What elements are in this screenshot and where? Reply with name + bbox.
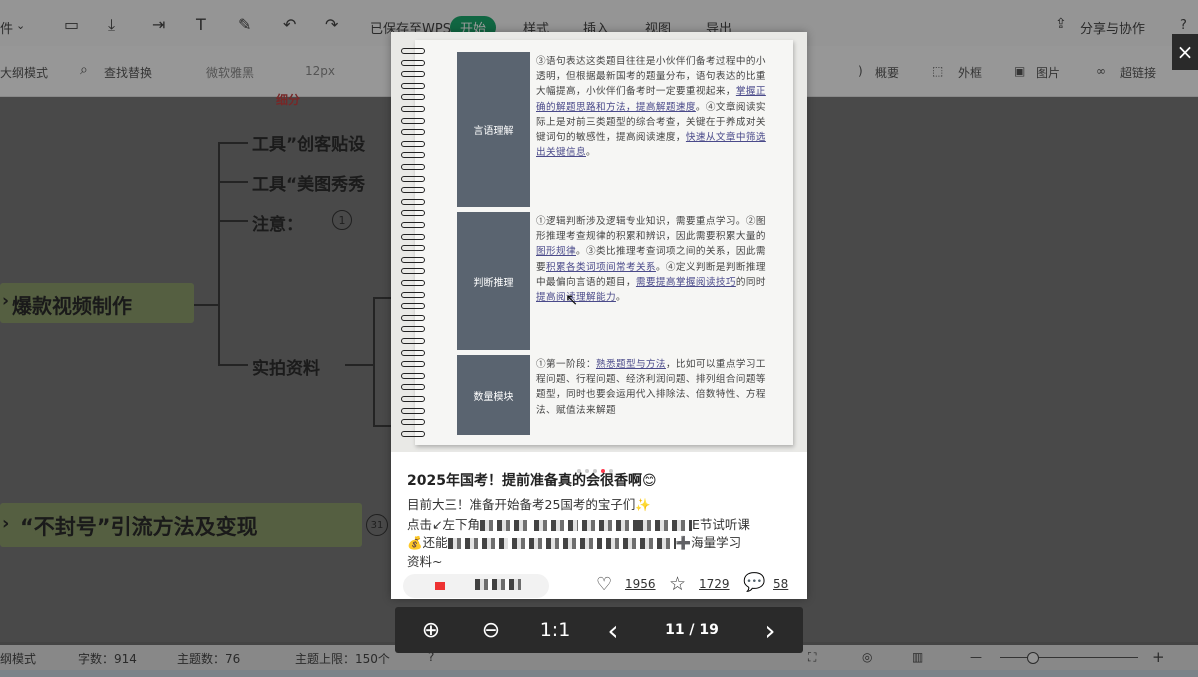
binding-ring bbox=[401, 407, 425, 414]
binding-ring bbox=[401, 175, 425, 182]
binding-ring bbox=[401, 419, 425, 426]
binding-ring bbox=[401, 117, 425, 124]
binding-ring bbox=[401, 245, 425, 252]
binding-ring bbox=[401, 233, 425, 240]
underlined-text: 熟悉题型与方法 bbox=[595, 359, 666, 370]
redacted-text bbox=[511, 538, 602, 549]
zoom-in-icon[interactable]: ⊕ bbox=[411, 607, 451, 653]
binding-ring bbox=[401, 361, 425, 368]
page-indicator: 11 / 19 bbox=[665, 622, 719, 638]
binding-ring bbox=[401, 152, 425, 159]
redacted-text bbox=[447, 538, 508, 549]
post-body-line: 点击↙左下角 E节试听课 bbox=[407, 517, 750, 532]
binding-ring bbox=[401, 372, 425, 379]
redacted-text bbox=[479, 520, 530, 531]
underlined-text: 图形规律 bbox=[536, 246, 576, 258]
binding-ring bbox=[401, 106, 425, 112]
row-label-verbal: 言语理解 bbox=[457, 52, 530, 207]
binding-ring bbox=[401, 48, 425, 54]
underlined-text: 需要提高掌握阅读技巧 bbox=[635, 276, 736, 288]
binding-ring bbox=[401, 129, 425, 136]
mouse-cursor-icon: ↖ bbox=[565, 290, 579, 309]
binding-ring bbox=[401, 210, 425, 217]
redacted-author bbox=[475, 579, 521, 590]
binding-ring bbox=[401, 94, 425, 101]
likes-count[interactable]: 1956 bbox=[625, 577, 656, 591]
redacted-text bbox=[605, 538, 676, 549]
binding-ring bbox=[401, 256, 425, 263]
binding-ring bbox=[401, 430, 425, 437]
comments-count[interactable]: 58 bbox=[773, 577, 788, 591]
post-body-line: 💰还能 ➕海量学习 bbox=[407, 535, 742, 550]
author-chip[interactable] bbox=[403, 574, 549, 598]
post-footer: ♡ 1956 ☆ 1729 💬 58 bbox=[391, 570, 807, 599]
viewer-control-bar: ⊕ ⊖ 1:1 ‹ 11 / 19 › bbox=[395, 607, 803, 653]
body-text: ③语句表达这类题目往往是小伙伴们备考过程中的小透明，但根据最新国考的题量分布，语… bbox=[536, 56, 766, 98]
avatar bbox=[435, 582, 445, 590]
star-icon[interactable]: ☆ bbox=[669, 573, 686, 595]
row-content-quantitative: ①第一阶段：熟悉题型与方法，比如可以重点学习工程问题、行程问题、经济利润问题、排… bbox=[536, 357, 768, 418]
close-viewer-button[interactable]: × bbox=[1172, 34, 1198, 70]
binding-ring bbox=[401, 82, 425, 89]
binding-ring bbox=[401, 314, 425, 321]
binding-ring bbox=[401, 303, 425, 310]
favorites-count[interactable]: 1729 bbox=[699, 577, 730, 591]
binding-ring bbox=[401, 349, 425, 356]
post-photo[interactable]: 言语理解 ③语句表达这类题目往往是小伙伴们备考过程中的小透明，但根据最新国考的题… bbox=[391, 32, 807, 452]
post-title: 2025年国考！提前准备真的会很香啊😊 bbox=[407, 473, 657, 489]
binding-ring bbox=[401, 198, 425, 205]
row-label-quantitative: 数量模块 bbox=[457, 355, 530, 435]
body-text: ①第一阶段： bbox=[536, 359, 596, 370]
binding-ring bbox=[401, 280, 425, 286]
binding-ring bbox=[401, 140, 425, 147]
binding-ring bbox=[401, 187, 425, 194]
binding-ring bbox=[401, 71, 425, 78]
binding-ring bbox=[401, 326, 425, 333]
binding-ring bbox=[401, 268, 425, 275]
row-label-reasoning: 判断推理 bbox=[457, 212, 530, 350]
zoom-out-icon[interactable]: ⊖ bbox=[471, 607, 511, 653]
body-text: ①逻辑判断涉及逻辑专业知识，需要重点学习。②图形推理考查规律的积累和辨识，因此需… bbox=[536, 216, 766, 243]
binding-ring bbox=[401, 396, 425, 402]
body-text: 。 bbox=[615, 292, 626, 304]
underlined-text: 积累各类词项间常考关系 bbox=[546, 261, 656, 273]
prev-image-button[interactable]: ‹ bbox=[593, 607, 633, 653]
image-viewer: 言语理解 ③语句表达这类题目往往是小伙伴们备考过程中的小透明，但根据最新国考的题… bbox=[391, 32, 807, 599]
notebook-page: 言语理解 ③语句表达这类题目往往是小伙伴们备考过程中的小透明，但根据最新国考的题… bbox=[401, 40, 793, 445]
body-text: 。 bbox=[585, 147, 596, 159]
post-body-line: 目前大三！准备开始备考25国考的宝子们✨ bbox=[407, 497, 651, 512]
binding-ring bbox=[401, 338, 425, 344]
body-text: 的同时 bbox=[735, 276, 766, 288]
redacted-text bbox=[637, 520, 692, 531]
redacted-text bbox=[581, 520, 638, 531]
next-image-button[interactable]: › bbox=[750, 607, 790, 653]
redacted-text bbox=[533, 520, 578, 531]
actual-size-button[interactable]: 1:1 bbox=[533, 607, 577, 653]
binding-ring bbox=[401, 59, 425, 66]
binding-ring bbox=[401, 384, 425, 391]
binding-ring bbox=[401, 291, 425, 298]
row-content-verbal: ③语句表达这类题目往往是小伙伴们备考过程中的小透明，但根据最新国考的题量分布，语… bbox=[536, 54, 768, 160]
comment-icon[interactable]: 💬 bbox=[743, 572, 765, 593]
heart-icon[interactable]: ♡ bbox=[596, 574, 612, 595]
binding-ring bbox=[401, 164, 425, 170]
post-body-line: 资料~ bbox=[407, 554, 443, 569]
binding-ring bbox=[401, 222, 425, 228]
